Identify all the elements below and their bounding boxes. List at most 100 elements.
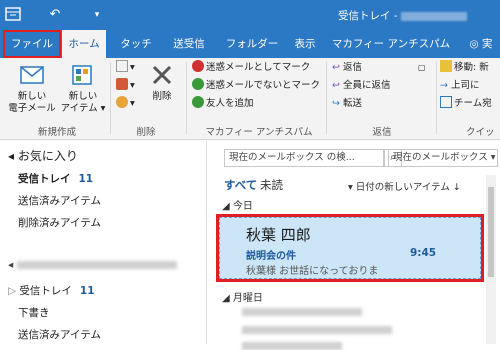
tab-send-receive[interactable]: 送受信 <box>164 30 214 58</box>
sidebar-item-account-sent[interactable]: 送信済みアイテム <box>18 327 101 342</box>
scrollbar-thumb[interactable] <box>488 187 494 277</box>
reply-label: 返信 <box>342 62 362 73</box>
blurred-mail-line <box>242 342 342 350</box>
quick-step-team-label: チーム宛 <box>454 98 492 109</box>
collapse-arrow-icon: ◂ <box>8 149 18 163</box>
quick-steps-group-label: クイッ <box>466 127 495 138</box>
outlook-app-icon <box>4 6 22 24</box>
account-header[interactable]: ◂ <box>8 259 177 271</box>
forward-label: 転送 <box>342 98 362 109</box>
add-friend-icon <box>192 96 204 108</box>
undo-icon[interactable]: ↶ <box>46 6 64 24</box>
blurred-mail-line <box>242 326 392 334</box>
message-list-pane: 現在のメールボックス の検... ⌕ 現在のメールボックス ▾ すべて 未読 ▾… <box>208 141 500 350</box>
cleanup-icon <box>116 78 128 90</box>
unread-count-badge: 11 <box>78 173 94 185</box>
unread-count-badge: 11 <box>79 285 95 297</box>
new-items-label: 新しい アイテム ▾ <box>60 91 106 114</box>
tab-home[interactable]: ホーム <box>62 30 106 58</box>
delete-icon <box>149 62 175 88</box>
reply-all-button[interactable]: ↩ 全員に返信 <box>332 78 391 94</box>
collapse-arrow-icon: ◢ <box>222 201 233 212</box>
mark-spam-icon <box>192 60 204 72</box>
respond-group-label: 返信 <box>372 127 392 138</box>
filter-all-tab[interactable]: すべて <box>224 177 257 193</box>
tab-file[interactable]: ファイル <box>3 30 61 58</box>
reply-button[interactable]: ↩ 返信 <box>332 60 362 76</box>
chevron-down-icon: ▾ <box>348 182 356 193</box>
arrow-icon: → <box>440 80 451 91</box>
expand-arrow-icon: ▷ <box>8 285 20 297</box>
new-email-icon <box>19 62 45 88</box>
search-input[interactable]: 現在のメールボックス の検... <box>224 149 384 167</box>
quick-step-manager-label: 上司に <box>450 80 480 91</box>
mail-subject: 説明会の件 <box>246 251 296 262</box>
reply-all-label: 全員に返信 <box>342 80 391 91</box>
ribbon-divider <box>110 62 111 134</box>
group-header-monday[interactable]: ◢ 月曜日 <box>222 289 263 304</box>
more-respond-icon[interactable]: ▢ <box>418 60 426 76</box>
tab-touch[interactable]: タッチ <box>116 30 156 58</box>
mcafee-group-label: マカフィー アンチスパム <box>205 127 313 138</box>
folder-move-icon <box>440 60 452 72</box>
title-bar: ↶ ▾ 受信トレイ - <box>0 0 500 30</box>
junk-button[interactable]: ▾ <box>116 96 135 112</box>
reply-icon: ↩ <box>332 62 343 73</box>
folder-pane: ◂ お気に入り 受信トレイ 11 送信済みアイテム 削除済みアイテム ◂ ▷ 受信… <box>0 141 207 344</box>
favorites-header[interactable]: ◂ お気に入り <box>8 147 78 164</box>
tab-view[interactable]: 表示 <box>290 30 320 58</box>
quick-step-team[interactable]: チーム宛 <box>440 96 492 112</box>
sidebar-item-account-inbox[interactable]: ▷ 受信トレイ 11 <box>8 283 95 298</box>
team-mail-icon <box>440 96 452 108</box>
quick-step-move[interactable]: 移動: 新 <box>440 60 489 76</box>
account-inbox-label: 受信トレイ <box>19 285 72 297</box>
cleanup-button[interactable]: ▾ <box>116 78 135 94</box>
collapse-arrow-icon: ◢ <box>222 293 233 304</box>
ribbon-home: 新しい 電子メール 新しい アイテム ▾ 新規作成 ▾ ▾ ▾ 削除 削除 迷惑… <box>0 58 500 140</box>
sidebar-item-drafts[interactable]: 下書き <box>18 305 50 320</box>
filter-unread-tab[interactable]: 未読 <box>260 177 283 193</box>
group-header-today[interactable]: ◢ 今日 <box>222 197 253 212</box>
mail-item[interactable]: 秋葉 四郎 説明会の件 9:45 秋葉様 お世話になっておりま <box>219 217 481 279</box>
mail-sender: 秋葉 四郎 <box>246 226 311 244</box>
quick-access-dropdown-icon[interactable]: ▾ <box>88 6 106 24</box>
mark-not-spam-label: 迷惑メールでないとマーク <box>206 80 321 91</box>
delete-label: 削除 <box>152 91 172 102</box>
new-email-button[interactable]: 新しい 電子メール <box>6 62 58 115</box>
chevron-down-icon: ▾ <box>487 152 496 163</box>
tab-folder[interactable]: フォルダー <box>222 30 282 58</box>
sidebar-item-deleted[interactable]: 削除済みアイテム <box>18 215 101 230</box>
new-group-label: 新規作成 <box>37 127 76 138</box>
add-friend-button[interactable]: 友人を追加 <box>192 96 254 112</box>
account-email-blurred <box>400 11 467 21</box>
delete-button[interactable]: 削除 <box>146 62 178 103</box>
search-scope-label: 現在のメールボックス <box>393 152 488 163</box>
sort-label: 日付の新しいアイテム ↓ <box>355 182 461 193</box>
delete-group-label: 削除 <box>136 127 156 138</box>
mark-not-spam-button[interactable]: 迷惑メールでないとマーク <box>192 78 320 94</box>
mark-spam-label: 迷惑メールとしてマーク <box>206 62 311 73</box>
sidebar-item-inbox[interactable]: 受信トレイ 11 <box>18 171 93 186</box>
sort-dropdown[interactable]: ▾ 日付の新しいアイテム ↓ <box>348 179 461 193</box>
tab-mcafee-antispam[interactable]: マカフィー アンチスパム <box>330 30 452 58</box>
mail-time: 9:45 <box>410 247 437 259</box>
forward-button[interactable]: ↪ 転送 <box>332 96 362 112</box>
junk-icon <box>116 96 128 108</box>
ignore-button[interactable]: ▾ <box>116 60 135 76</box>
quick-step-move-label: 移動: 新 <box>454 62 489 73</box>
search-scope-dropdown[interactable]: 現在のメールボックス ▾ <box>388 149 498 167</box>
add-friend-label: 友人を追加 <box>206 98 254 109</box>
new-items-button[interactable]: 新しい アイテム ▾ <box>60 62 106 115</box>
window-title-text: 受信トレイ - <box>338 10 398 22</box>
mail-preview: 秋葉様 お世話になっておりま <box>246 266 379 277</box>
tab-tell-me[interactable]: ◎ 実 <box>462 30 500 58</box>
tab-tell-me-label: 実 <box>482 38 493 50</box>
sidebar-item-sent[interactable]: 送信済みアイテム <box>18 193 101 208</box>
mark-not-spam-icon <box>192 78 204 90</box>
quick-step-manager[interactable]: → 上司に <box>440 78 480 94</box>
mark-spam-button[interactable]: 迷惑メールとしてマーク <box>192 60 310 76</box>
favorites-label: お気に入り <box>17 149 78 163</box>
window-title: 受信トレイ - <box>338 8 467 23</box>
ribbon-divider <box>436 62 437 134</box>
reply-all-icon: ↩ <box>332 80 343 91</box>
